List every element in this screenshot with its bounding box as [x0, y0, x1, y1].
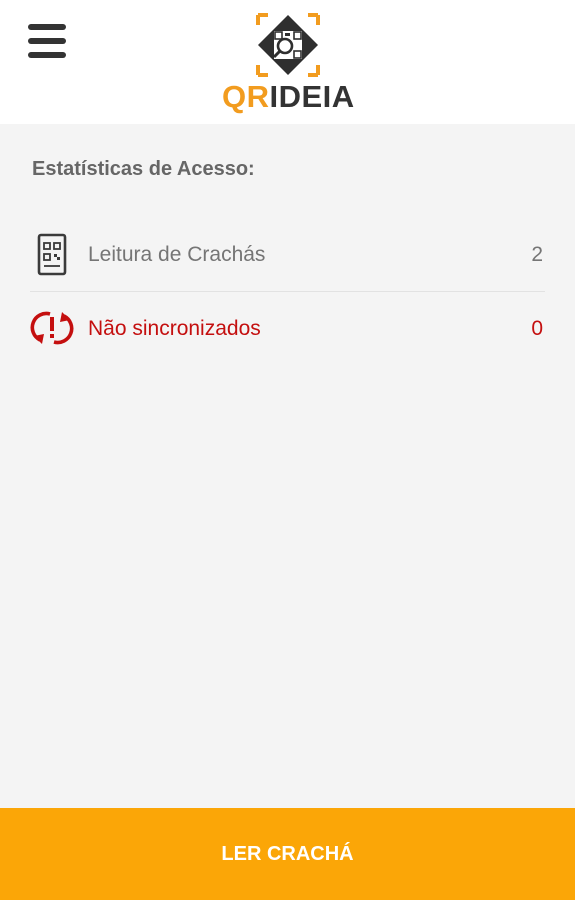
brand-wordmark: QRIDEIA	[222, 80, 354, 114]
stat-row-badge-reads: Leitura de Crachás 2	[30, 226, 545, 292]
brand-logo: QRIDEIA	[222, 12, 354, 114]
stat-label-badge-reads: Leitura de Crachás	[88, 243, 266, 266]
section-title: Estatísticas de Acesso:	[32, 158, 255, 180]
badge-qr-scan-icon	[37, 233, 67, 276]
brand-text-ideia: IDEIA	[269, 79, 355, 114]
app-header: QRIDEIA	[0, 0, 575, 124]
hamburger-menu-icon[interactable]	[28, 24, 66, 60]
qr-search-diamond-icon	[256, 13, 320, 77]
stat-label-unsynced: Não sincronizados	[88, 317, 261, 340]
stat-value-unsynced: 0	[531, 317, 543, 340]
brand-text-qr: QR	[222, 79, 270, 114]
stat-value-badge-reads: 2	[531, 243, 543, 266]
stat-row-unsynced: Não sincronizados 0	[30, 300, 545, 360]
sync-warning-icon	[30, 311, 74, 345]
read-badge-button[interactable]: LER CRACHÁ	[0, 808, 575, 900]
